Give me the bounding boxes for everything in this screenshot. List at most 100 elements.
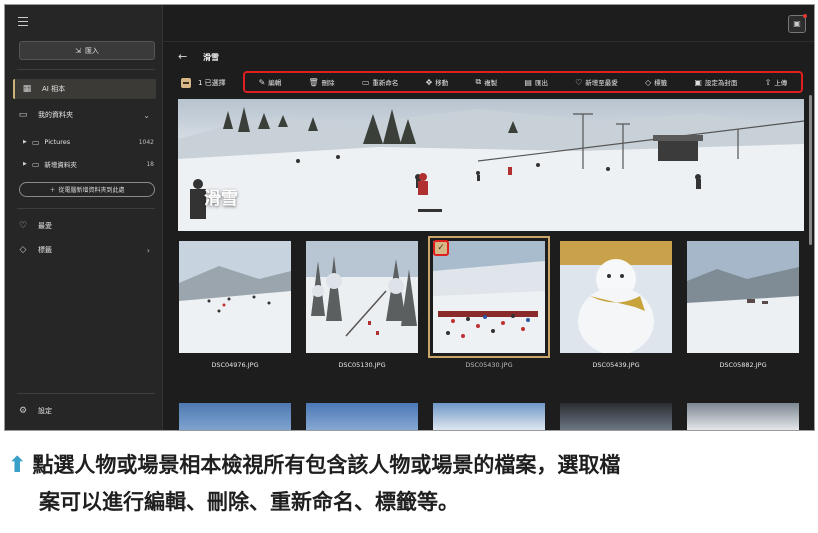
sidebar-item-favorites[interactable]: ♡ 最愛: [5, 216, 162, 236]
upload-icon: ⇧: [764, 77, 772, 87]
photo-crowd-slope: [433, 241, 545, 353]
photo-thumbnail[interactable]: [306, 241, 418, 353]
photo-thumbnail[interactable]: [306, 403, 418, 430]
toolbar-rename-button[interactable]: ▭ 重新命名: [361, 77, 399, 88]
selected-checkbox[interactable]: ✓: [433, 240, 449, 256]
import-label: 匯入: [84, 46, 99, 55]
photo-filename: DSC05430.JPG: [465, 361, 513, 369]
scrollbar[interactable]: [809, 95, 812, 245]
toolbar-delete-button[interactable]: 🗑 刪除: [308, 77, 335, 88]
photo-filename: DSC05439.JPG: [592, 361, 640, 369]
sidebar-item-label: 設定: [38, 407, 52, 415]
folder-count: 1042: [138, 138, 154, 146]
photo-filename: DSC04976.JPG: [211, 361, 259, 369]
toolbar-label: 新增至最愛: [585, 79, 618, 87]
album-icon: ▦: [22, 84, 32, 94]
move-icon: ✥: [425, 77, 433, 87]
rename-icon: ▭: [361, 77, 370, 87]
heart-icon: ♡: [575, 77, 583, 87]
photo-thumbnail-selected[interactable]: [428, 236, 550, 358]
toolbar-export-button[interactable]: ▤ 匯出: [524, 77, 548, 88]
divider: [17, 69, 155, 70]
photo-snow-valley: [687, 241, 799, 353]
chevron-down-icon[interactable]: ⌄: [143, 111, 150, 120]
sidebar-item-label: 最愛: [38, 222, 52, 230]
folder-item-pictures[interactable]: ▶ ▭ Pictures 1042: [5, 133, 162, 151]
toolbar-cover-button[interactable]: ▣ 設定為封面: [694, 77, 738, 88]
folder-icon: ▭: [31, 137, 40, 147]
photo-snowman: [560, 241, 672, 353]
plus-icon: ＋: [49, 187, 56, 194]
notification-button[interactable]: ▣: [788, 14, 807, 33]
photo-filename: DSC05130.JPG: [338, 361, 386, 369]
photo-thumbnail[interactable]: [179, 241, 291, 353]
folder-item-new-folder[interactable]: ▶ ▭ 新增資料夾 18: [5, 155, 162, 173]
delete-icon: 🗑: [308, 77, 319, 87]
chevron-right-icon[interactable]: ›: [147, 246, 150, 255]
photo-thumbnail[interactable]: [433, 403, 545, 430]
divider: [17, 208, 155, 209]
caption-line-1: 點選人物或場景相本檢視所有包含該人物或場景的檔案，選取檔: [32, 453, 621, 477]
expand-arrow-icon[interactable]: ▶: [23, 161, 27, 167]
sidebar-item-ai-album[interactable]: ▦ AI 相本: [13, 79, 156, 99]
divider: [17, 393, 155, 394]
toolbar-edit-button[interactable]: ✎ 編輯: [259, 77, 282, 88]
sidebar: ⇲ 匯入 ▦ AI 相本 ▭ 我的資料夾 ⌄ ▶ ▭ Pictures 1042…: [5, 5, 163, 430]
toolbar-label: 匯出: [534, 79, 548, 87]
tag-icon: ◇: [19, 245, 27, 255]
action-toolbar: ✎ 編輯 🗑 刪除 ▭ 重新命名 ✥ 移動 ⧉ 複製 ▤ 匯出 ♡ 新增至最愛 ◇ 標籤 ▣ 設定為封面 ⇧ 上傳: [243, 71, 803, 93]
photo-thumbnail[interactable]: [687, 403, 799, 430]
sidebar-item-my-folders[interactable]: ▭ 我的資料夾 ⌄: [5, 105, 162, 125]
folder-count: 18: [146, 160, 154, 168]
up-arrow-icon: ⬆: [8, 453, 27, 478]
back-arrow-icon[interactable]: ←: [178, 50, 187, 63]
toolbar-label: 設定為封面: [704, 79, 738, 87]
toolbar-label: 標籤: [654, 79, 668, 87]
toolbar-heart-button[interactable]: ♡ 新增至最愛: [575, 77, 618, 88]
divider: [163, 41, 814, 42]
folder-name: 新增資料夾: [44, 161, 77, 169]
menu-icon[interactable]: [18, 17, 28, 29]
heart-icon: ♡: [18, 221, 28, 231]
album-hero-image: 滑雪: [178, 99, 804, 231]
toolbar-label: 重新命名: [372, 79, 399, 87]
photo-snow-trees: [306, 241, 418, 353]
toolbar-label: 複製: [484, 79, 498, 87]
toolbar-tag-button[interactable]: ◇ 標籤: [644, 77, 668, 88]
sidebar-item-settings[interactable]: ⚙ 設定: [5, 401, 162, 421]
sidebar-item-label: 我的資料夾: [38, 111, 73, 119]
album-title: 滑雪: [203, 53, 219, 62]
toolbar-move-button[interactable]: ✥ 移動: [425, 77, 449, 88]
add-folder-button[interactable]: ＋ 從電腦新增資料夾到此處: [19, 182, 155, 197]
window-icon: ▣: [793, 19, 801, 28]
toolbar-label: 移動: [435, 79, 449, 87]
photo-filename: DSC05882.JPG: [719, 361, 767, 369]
folder-icon: ▭: [31, 159, 40, 169]
folder-name: Pictures: [44, 138, 71, 146]
photo-thumbnail[interactable]: [560, 241, 672, 353]
import-icon: ⇲: [75, 46, 81, 55]
photo-ski-slope: [179, 241, 291, 353]
folder-icon: ▭: [18, 110, 28, 120]
toolbar-copy-button[interactable]: ⧉ 複製: [475, 77, 497, 87]
photo-thumbnail[interactable]: [687, 241, 799, 353]
sidebar-item-tags[interactable]: ◇ 標籤 ›: [5, 240, 162, 260]
notification-dot: [803, 14, 807, 18]
photo-thumbnail[interactable]: [179, 403, 291, 430]
copy-icon: ⧉: [475, 77, 482, 86]
app-window: ⇲ 匯入 ▦ AI 相本 ▭ 我的資料夾 ⌄ ▶ ▭ Pictures 1042…: [4, 4, 815, 431]
tag-icon: ◇: [644, 77, 652, 87]
gear-icon: ⚙: [18, 406, 28, 416]
select-all-checkbox[interactable]: [181, 78, 191, 88]
cover-icon: ▣: [694, 77, 702, 87]
expand-arrow-icon[interactable]: ▶: [23, 139, 27, 145]
toolbar-label: 刪除: [321, 79, 335, 87]
selected-count: 1 已選擇: [198, 79, 226, 87]
photo-thumbnail[interactable]: [560, 403, 672, 430]
caption-line-2: 案可以進行編輯、刪除、重新命名、標籤等。: [39, 490, 459, 514]
export-icon: ▤: [524, 77, 532, 87]
import-button[interactable]: ⇲ 匯入: [19, 41, 155, 60]
caption: ⬆ 點選人物或場景相本檢視所有包含該人物或場景的檔案，選取檔 案可以進行編輯、刪除…: [8, 447, 813, 521]
sidebar-item-label: AI 相本: [42, 85, 66, 93]
toolbar-upload-button[interactable]: ⇧ 上傳: [764, 77, 788, 88]
